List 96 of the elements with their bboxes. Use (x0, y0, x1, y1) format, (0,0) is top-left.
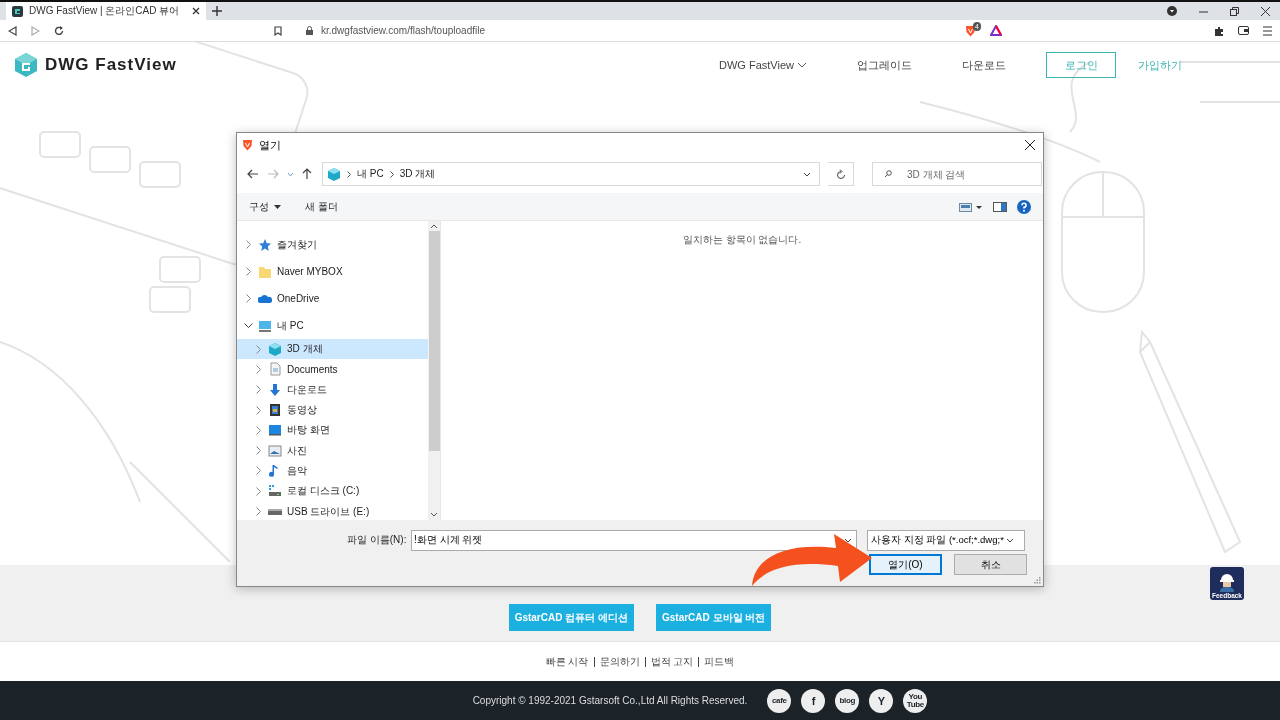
forward-arrow-icon (267, 169, 279, 179)
download-arrow-icon (268, 382, 282, 397)
chevron-down-icon (797, 62, 807, 68)
star-icon (258, 237, 272, 252)
tree-item[interactable]: Naver MYBOX (237, 258, 428, 285)
field-label: 파일 이름(N): (347, 533, 408, 547)
browser-tab[interactable]: DWG FastView | 온라인CAD 뷰어 (6, 2, 206, 20)
forward-icon (31, 25, 40, 36)
bookmark-icon[interactable] (274, 25, 282, 36)
chevron-down-icon[interactable] (844, 537, 852, 543)
tree-item[interactable]: OneDrive (237, 285, 428, 312)
chevron-right-icon (389, 170, 394, 178)
copyright-text: Copyright © 1992-2021 Gstarsoft Co.,Ltd All Rights Reserved. (472, 695, 748, 706)
extensions-icon[interactable] (1214, 25, 1224, 36)
nav-link[interactable]: 업그레이드 (847, 57, 922, 73)
caret-icon (274, 204, 281, 209)
empty-message: 일치하는 항목이 없습니다. (682, 233, 802, 247)
refresh-icon[interactable] (835, 168, 846, 180)
film-icon (268, 403, 282, 418)
tree-item[interactable]: 사진 (237, 440, 428, 461)
resize-grip-icon[interactable] (1034, 577, 1041, 584)
computer-icon (258, 318, 272, 333)
picture-icon (268, 443, 282, 458)
document-icon (268, 362, 282, 377)
monitor-icon (268, 423, 282, 438)
tree-item[interactable]: Documents (237, 359, 428, 380)
tree-item[interactable]: 즐겨찾기 (237, 231, 428, 258)
nav-link[interactable]: DWG FastView (709, 59, 817, 71)
chevron-down-icon[interactable] (803, 171, 811, 177)
chevron-right-icon (347, 170, 351, 178)
open-button[interactable]: 열기(O) (869, 554, 942, 575)
reload-icon[interactable] (54, 25, 64, 36)
view-options-icon[interactable] (959, 201, 983, 212)
footer-link[interactable]: 피드백 (698, 656, 740, 667)
chevron-down-icon (1005, 537, 1014, 543)
footer-link[interactable]: 법적 고지 (644, 656, 699, 667)
scrollbar[interactable] (428, 221, 441, 520)
lock-icon (306, 26, 313, 35)
nav-link[interactable]: 다운로드 (952, 57, 1016, 73)
triangle-logo-icon[interactable] (990, 25, 1002, 36)
chevron-right-icon[interactable] (255, 507, 261, 516)
folder-icon (258, 264, 272, 279)
close-icon[interactable] (192, 7, 200, 15)
site-favicon-icon (12, 5, 23, 17)
back-icon[interactable] (8, 25, 17, 36)
drive-icon (268, 508, 282, 515)
scrollbar-thumb[interactable] (428, 231, 440, 451)
chevron-right-icon[interactable] (245, 267, 251, 276)
tree-item[interactable]: 동영상 (237, 399, 428, 421)
search-icon (884, 170, 892, 178)
file-name-field[interactable]: !화면 시계 위젯 (411, 529, 857, 551)
toolbar-button[interactable]: 구성 (249, 199, 281, 214)
social-link[interactable]: blog (835, 688, 860, 713)
restore-icon[interactable] (1230, 6, 1239, 16)
back-arrow-icon[interactable] (247, 169, 259, 179)
footer-link[interactable]: 빠른 시작 (540, 656, 594, 667)
footer-link[interactable]: 문의하기 (593, 656, 645, 667)
new-tab-icon[interactable] (212, 6, 222, 16)
social-link[interactable]: You Tube (903, 688, 928, 713)
toolbar-button[interactable]: 새 폴더 (305, 199, 338, 214)
social-link[interactable]: cafe (767, 688, 792, 713)
tree-item[interactable]: USB 드라이브 (E:) (237, 501, 428, 522)
chevron-right-icon[interactable] (245, 240, 251, 249)
refresh-button[interactable] (828, 162, 854, 186)
cube-icon (327, 166, 341, 182)
cancel-button[interactable]: 취소 (954, 554, 1027, 575)
address-bar[interactable]: 내 PC 3D 개체 (322, 162, 820, 186)
up-arrow-icon[interactable] (302, 168, 312, 180)
logo-text[interactable]: DWG FastView (45, 55, 177, 75)
drive-icon (268, 484, 282, 499)
chevron-down-icon[interactable] (243, 323, 253, 328)
close-icon[interactable] (1261, 6, 1270, 16)
scroll-up-icon[interactable] (430, 224, 438, 229)
breadcrumb-item[interactable]: 3D 개체 (399, 167, 436, 181)
social-link[interactable]: Y (869, 688, 894, 713)
worker-figure-icon (1218, 572, 1236, 592)
social-link[interactable]: f (801, 688, 826, 713)
chevron-right-icon[interactable] (245, 294, 251, 303)
wallet-icon[interactable] (1238, 25, 1249, 35)
cube-icon (268, 342, 282, 357)
file-type-dropdown[interactable]: 사용자 지정 파일 (*.ocf;*.dwg;* (867, 529, 1025, 551)
tree-item[interactable]: 다운로드 (237, 379, 428, 400)
tree-item[interactable]: 바탕 화면 (237, 420, 428, 441)
preview-pane-icon[interactable] (993, 201, 1007, 212)
tree-item[interactable]: 3D 개체 (237, 339, 428, 360)
menu-icon[interactable] (1263, 25, 1272, 36)
url-text[interactable]: kr.dwgfastview.com/flash/touploadfile (321, 25, 957, 36)
dropdown-icon[interactable] (1167, 6, 1177, 16)
breadcrumb-item[interactable]: 내 PC (357, 167, 384, 181)
tree-item[interactable]: 내 PC (237, 312, 428, 339)
search-field[interactable]: 3D 개체 검색 (872, 162, 1042, 186)
help-icon[interactable] (1017, 199, 1031, 214)
scroll-down-icon[interactable] (430, 512, 438, 517)
tree-item[interactable]: 음악 (237, 460, 428, 482)
dialog-title: 열기 (259, 137, 281, 153)
tree-item[interactable]: 로컬 디스크 (C:) (237, 481, 428, 502)
